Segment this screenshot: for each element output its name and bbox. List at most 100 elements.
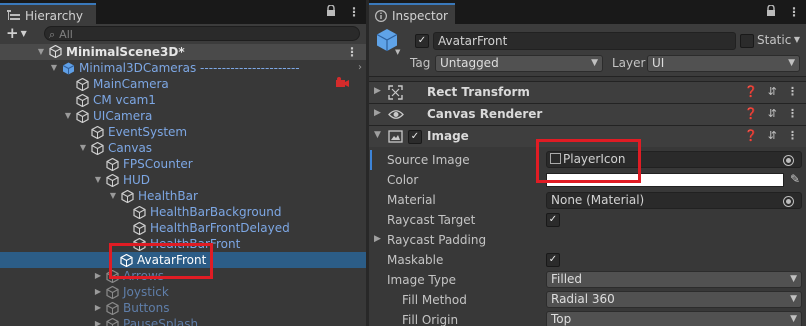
prop-raycast-target: Raycast Target ✓: [369, 210, 806, 230]
static-dropdown-arrow-icon[interactable]: ▼: [794, 35, 800, 44]
hierarchy-item[interactable]: HealthBarFrontDelayed: [0, 220, 366, 236]
fill-origin-value: Top: [551, 312, 572, 326]
kebab-menu-icon[interactable]: ⋮: [346, 44, 358, 60]
prop-material: Material None (Material): [369, 190, 806, 210]
tag-dropdown[interactable]: Untagged ▼: [435, 55, 603, 72]
hierarchy-item[interactable]: MainCamera: [0, 76, 366, 92]
component-name: Rect Transform: [427, 85, 530, 99]
kebab-menu-icon[interactable]: ⋮: [348, 5, 360, 20]
preset-sliders-icon[interactable]: ⇵: [768, 129, 777, 142]
chevron-down-icon: ▼: [790, 294, 797, 304]
inspector-tab-label: Inspector: [392, 8, 448, 23]
rect-transform-icon: [388, 85, 403, 100]
component-tools: ❓ ⇵ ⋮: [744, 129, 798, 142]
chevron-right-icon[interactable]: ›: [358, 60, 362, 76]
kebab-menu-icon[interactable]: ⋮: [787, 85, 798, 98]
gameobject-cube-icon: [133, 205, 146, 220]
expand-arrow-icon[interactable]: ▼: [108, 188, 118, 204]
expand-arrow-icon[interactable]: ▼: [36, 44, 46, 60]
expand-arrow-icon[interactable]: ▼: [93, 172, 103, 188]
component-canvas-renderer[interactable]: ▶ Canvas Renderer ❓ ⇵ ⋮: [369, 103, 806, 125]
item-label: UICamera: [93, 109, 153, 123]
search-icon: ⌕: [49, 28, 56, 41]
raycast-target-label: Raycast Target: [387, 213, 476, 227]
search-input[interactable]: ⌕ All: [44, 26, 360, 41]
hierarchy-item[interactable]: ▼ UICamera: [0, 108, 366, 124]
kebab-menu-icon[interactable]: ⋮: [788, 5, 800, 20]
maskable-checkbox[interactable]: ✓: [546, 253, 560, 267]
expand-arrow-icon[interactable]: ▶: [374, 234, 381, 244]
inspector-tab-bar: Inspector ⋮: [369, 0, 806, 24]
item-label: EventSystem: [108, 125, 188, 139]
object-name-field[interactable]: AvatarFront: [433, 32, 736, 50]
hierarchy-item[interactable]: HealthBarBackground: [0, 204, 366, 220]
component-rect-transform[interactable]: ▶ Rect Transform ❓ ⇵ ⋮: [369, 81, 806, 103]
raycast-target-checkbox[interactable]: ✓: [546, 213, 560, 227]
preset-sliders-icon[interactable]: ⇵: [768, 85, 777, 98]
kebab-menu-icon[interactable]: ⋮: [787, 107, 798, 120]
component-tools: ❓ ⇵ ⋮: [744, 85, 798, 98]
expand-arrow-icon[interactable]: ▶: [93, 300, 103, 316]
hierarchy-item[interactable]: ▼ HUD: [0, 172, 366, 188]
help-icon[interactable]: ❓: [744, 85, 758, 98]
tag-value: Untagged: [440, 56, 499, 70]
active-checkbox[interactable]: ✓: [415, 34, 429, 48]
source-image-label: Source Image: [387, 153, 470, 167]
scene-row[interactable]: ▼ MinimalScene3D* ⋮: [0, 44, 366, 60]
prop-raycast-padding[interactable]: ▶ Raycast Padding: [369, 230, 806, 250]
icon-dropdown-arrow-icon[interactable]: ▼: [395, 48, 400, 56]
expand-arrow-icon[interactable]: ▶: [374, 86, 381, 96]
raycast-padding-label: Raycast Padding: [387, 233, 487, 247]
lock-icon[interactable]: [766, 4, 776, 20]
hierarchy-item[interactable]: EventSystem: [0, 124, 366, 140]
help-icon[interactable]: ❓: [744, 129, 758, 142]
image-type-dropdown[interactable]: Filled ▼: [546, 271, 802, 288]
layer-dropdown[interactable]: UI ▼: [647, 55, 800, 72]
hierarchy-tab[interactable]: Hierarchy: [0, 3, 96, 24]
object-picker-icon[interactable]: [783, 155, 794, 166]
expand-arrow-icon[interactable]: ▼: [49, 60, 59, 76]
chevron-down-icon: ▼: [790, 274, 797, 284]
kebab-menu-icon[interactable]: ⋮: [787, 129, 798, 142]
fill-origin-dropdown[interactable]: Top ▼: [546, 311, 802, 326]
add-button[interactable]: + ▼: [6, 24, 27, 42]
object-picker-icon[interactable]: [783, 196, 794, 207]
expand-arrow-icon[interactable]: ▼: [374, 130, 381, 140]
hierarchy-item[interactable]: ▶ PauseSplash: [0, 316, 366, 326]
inspector-panel: Inspector ⋮ ▼ ✓ AvatarFront Static ▼ Tag…: [369, 0, 806, 326]
hierarchy-panel: Hierarchy ⋮ + ▼ ⌕ All ▼ MinimalScene3D* ⋮ …: [0, 0, 366, 326]
material-field[interactable]: None (Material): [546, 192, 802, 209]
expand-arrow-icon[interactable]: ▼: [78, 140, 88, 156]
item-label: MainCamera: [93, 77, 169, 91]
unity-scene-icon: [49, 44, 62, 59]
static-checkbox[interactable]: [740, 34, 754, 48]
expand-arrow-icon[interactable]: ▶: [93, 284, 103, 300]
gameobject-cube-icon: [106, 317, 119, 326]
expand-arrow-icon[interactable]: ▼: [63, 108, 73, 124]
gameobject-cube-icon: [106, 157, 119, 172]
hierarchy-item[interactable]: ▶ Buttons: [0, 300, 366, 316]
inspector-tab[interactable]: Inspector: [369, 3, 455, 24]
image-type-value: Filled: [551, 272, 583, 286]
gameobject-cube-icon: [121, 189, 134, 204]
help-icon[interactable]: ❓: [744, 107, 758, 120]
item-label: FPSCounter: [123, 157, 193, 171]
hierarchy-item[interactable]: ▶ Joystick: [0, 284, 366, 300]
item-label: Buttons: [123, 301, 170, 315]
hierarchy-item[interactable]: FPSCounter: [0, 156, 366, 172]
eyedropper-icon[interactable]: ✎: [790, 172, 800, 186]
gameobject-cube-icon: [133, 221, 146, 236]
expand-arrow-icon[interactable]: ▶: [93, 268, 103, 284]
hierarchy-item[interactable]: ▼ Minimal3DCameras ---------------------…: [0, 60, 366, 76]
lock-icon[interactable]: [326, 4, 336, 20]
fill-method-dropdown[interactable]: Radial 360 ▼: [546, 291, 802, 308]
expand-arrow-icon[interactable]: ▶: [93, 316, 103, 326]
hierarchy-item[interactable]: CM vcam1: [0, 92, 366, 108]
highlight-box-avatarfront: [109, 243, 213, 279]
expand-arrow-icon[interactable]: ▶: [374, 108, 381, 118]
hierarchy-item[interactable]: ▼ Canvas: [0, 140, 366, 156]
enabled-checkbox[interactable]: ✓: [408, 130, 422, 144]
tag-label: Tag: [410, 56, 431, 70]
preset-sliders-icon[interactable]: ⇵: [768, 107, 777, 120]
hierarchy-item[interactable]: ▼ HealthBar: [0, 188, 366, 204]
